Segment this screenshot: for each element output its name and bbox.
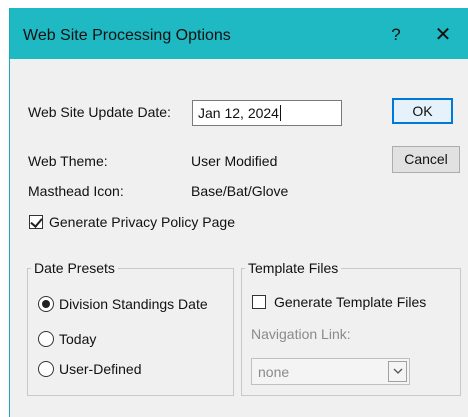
- close-icon[interactable]: ✕: [428, 22, 458, 48]
- generate-template-files-checkbox[interactable]: [252, 295, 266, 309]
- navigation-link-label: Navigation Link:: [251, 326, 351, 342]
- window-title: Web Site Processing Options: [23, 27, 231, 44]
- masthead-icon-label: Masthead Icon:: [28, 183, 124, 199]
- radio-user-defined-label: User-Defined: [59, 361, 142, 377]
- radio-division-standings-label: Division Standings Date: [59, 296, 208, 312]
- radio-user-defined[interactable]: [38, 361, 54, 377]
- generate-template-files-label: Generate Template Files: [274, 294, 427, 310]
- web-theme-label: Web Theme:: [28, 153, 108, 169]
- ok-button[interactable]: OK: [392, 98, 453, 124]
- radio-today-label: Today: [59, 331, 97, 347]
- navigation-link-select[interactable]: none: [251, 358, 410, 385]
- title-bar: Web Site Processing Options ? ✕: [10, 8, 468, 59]
- text-caret: [279, 105, 281, 121]
- update-date-field[interactable]: Jan 12, 2024: [192, 100, 342, 126]
- web-theme-value: User Modified: [191, 153, 278, 169]
- navigation-link-value: none: [258, 364, 290, 380]
- dialog-window: Web Site Processing Options ? ✕ Web Site…: [9, 8, 468, 417]
- update-date-label: Web Site Update Date:: [28, 104, 171, 120]
- radio-division-standings[interactable]: [38, 296, 54, 312]
- radio-selected-dot: [42, 300, 50, 308]
- cancel-button[interactable]: Cancel: [392, 146, 460, 173]
- screen-top-strip: [0, 0, 468, 8]
- update-date-value: Jan 12, 2024: [198, 105, 279, 121]
- masthead-icon-value: Base/Bat/Glove: [191, 183, 289, 199]
- chevron-down-icon: [393, 368, 403, 374]
- checkmark-icon: [30, 215, 43, 228]
- help-icon[interactable]: ?: [381, 22, 411, 48]
- dropdown-button[interactable]: [388, 361, 407, 382]
- template-files-legend: Template Files: [245, 260, 342, 276]
- privacy-policy-checkbox[interactable]: [29, 215, 43, 229]
- privacy-policy-label: Generate Privacy Policy Page: [49, 214, 235, 230]
- date-presets-legend: Date Presets: [31, 260, 118, 276]
- radio-today[interactable]: [38, 331, 54, 347]
